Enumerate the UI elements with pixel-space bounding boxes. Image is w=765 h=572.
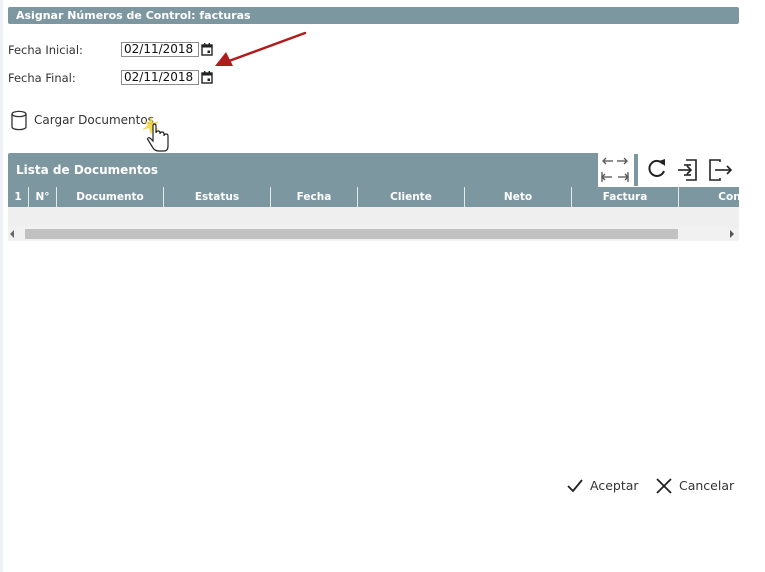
- hand-cursor-icon: [143, 116, 169, 152]
- scroll-right-icon[interactable]: [730, 230, 734, 238]
- annotation-arrow: [215, 31, 307, 66]
- database-icon: [11, 110, 27, 131]
- start-date-label: Fecha Inicial:: [8, 43, 83, 57]
- close-icon: [656, 478, 672, 494]
- accept-label: Aceptar: [590, 478, 639, 493]
- calendar-icon[interactable]: [201, 43, 213, 56]
- left-rail: [0, 0, 3, 572]
- column-header[interactable]: Cont: [679, 187, 739, 207]
- column-header[interactable]: N°: [29, 187, 57, 207]
- scroll-left-icon[interactable]: [10, 230, 14, 238]
- grid-body: [8, 207, 739, 227]
- end-date-label: Fecha Final:: [8, 71, 76, 85]
- export-icon[interactable]: [706, 154, 734, 186]
- document-list-title: Lista de Documentos: [8, 153, 598, 187]
- grid-header: 1 N° Documento Estatus Fecha Cliente Net…: [8, 187, 739, 207]
- calendar-icon[interactable]: [201, 71, 213, 84]
- expand-columns-icon[interactable]: [600, 154, 630, 186]
- refresh-icon[interactable]: [644, 154, 670, 186]
- import-icon[interactable]: [676, 154, 700, 186]
- check-icon: [567, 479, 583, 493]
- column-header[interactable]: Cliente: [358, 187, 465, 207]
- column-header[interactable]: Documento: [57, 187, 164, 207]
- column-header[interactable]: 1: [8, 187, 29, 207]
- load-documents-label: Cargar Documentos: [34, 113, 154, 127]
- cancel-label: Cancelar: [679, 478, 735, 493]
- cancel-button[interactable]: Cancelar: [655, 476, 735, 496]
- end-date-input[interactable]: 02/11/2018: [121, 70, 199, 85]
- column-header[interactable]: Neto: [465, 187, 572, 207]
- toolbar-divider: [634, 154, 638, 186]
- start-date-input[interactable]: 02/11/2018: [121, 42, 199, 57]
- scroll-thumb[interactable]: [25, 229, 678, 239]
- accept-button[interactable]: Aceptar: [566, 476, 639, 496]
- column-header[interactable]: Factura: [572, 187, 679, 207]
- column-header[interactable]: Fecha: [271, 187, 358, 207]
- horizontal-scrollbar[interactable]: [8, 227, 739, 241]
- window-title: Asignar Números de Control: facturas: [8, 7, 739, 24]
- column-header[interactable]: Estatus: [164, 187, 271, 207]
